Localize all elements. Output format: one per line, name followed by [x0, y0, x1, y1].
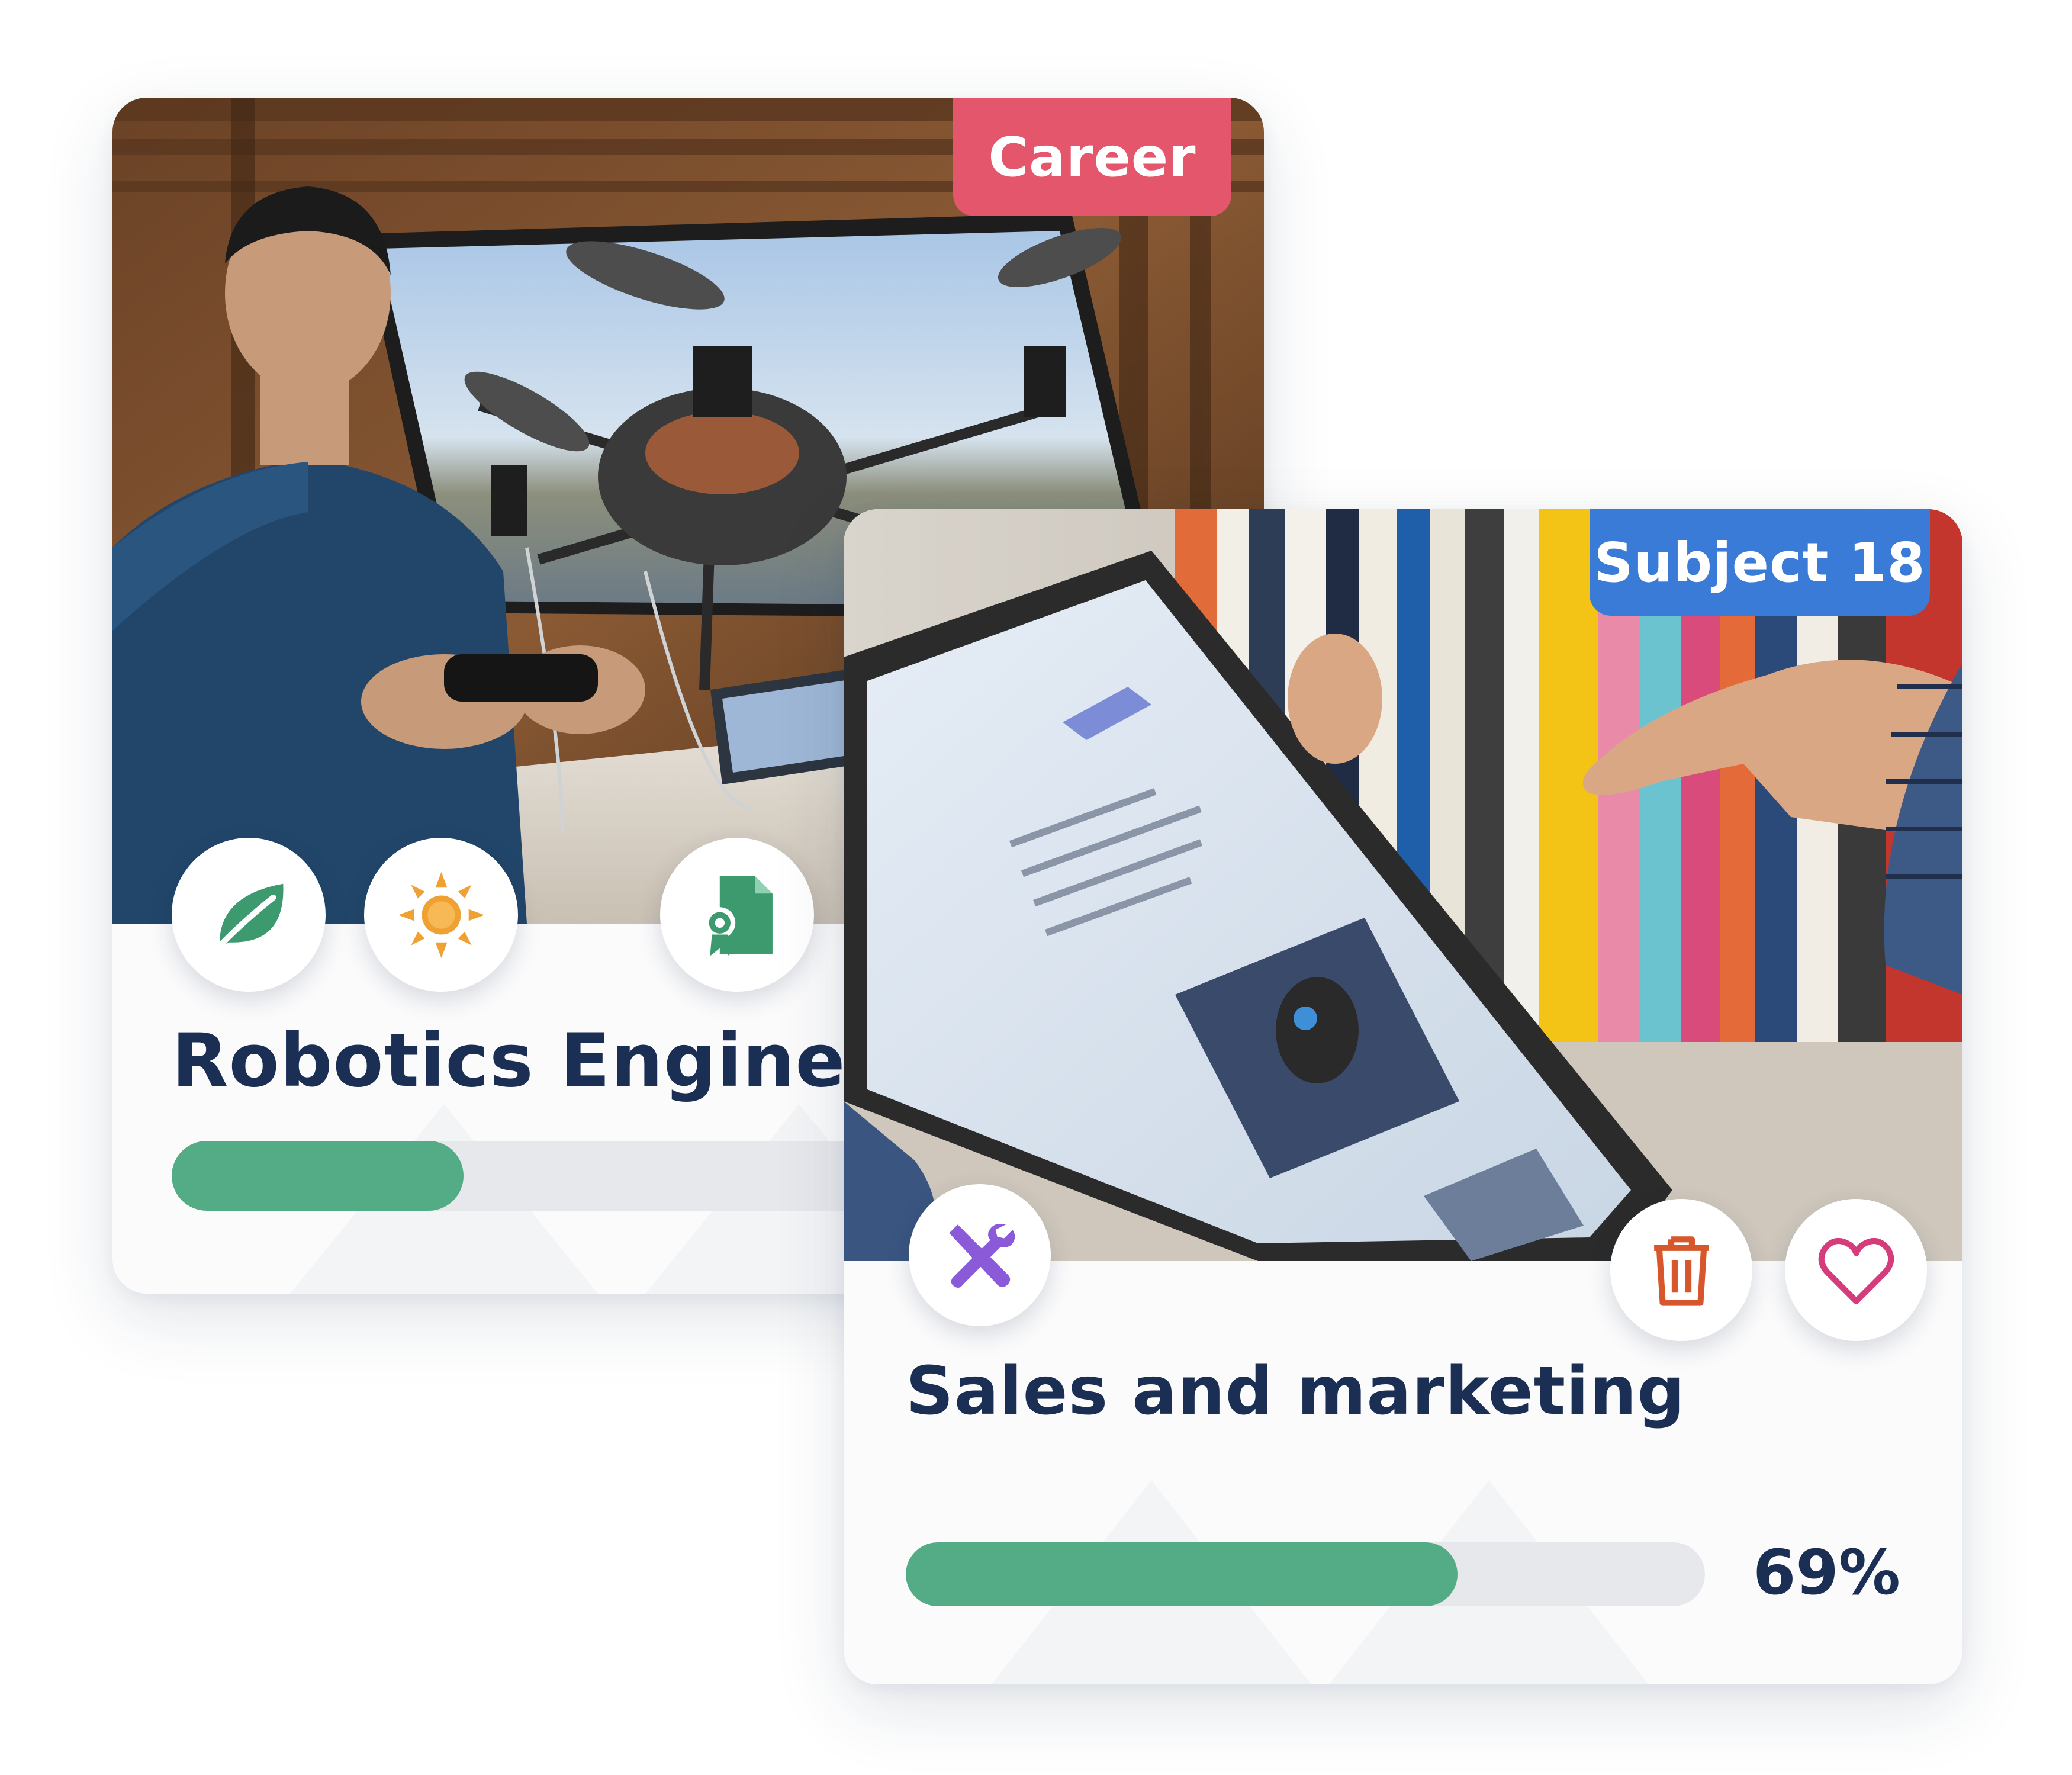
- subject-title: Sales and marketing: [906, 1353, 1685, 1430]
- career-tag-label: Career: [988, 125, 1196, 189]
- favorite-button[interactable]: [1785, 1199, 1927, 1341]
- leaf-icon: [210, 883, 283, 955]
- subject-card[interactable]: Subject 18 Sales and marketing 69%: [844, 509, 1962, 1684]
- delete-button[interactable]: [1610, 1199, 1752, 1341]
- sun-button[interactable]: [364, 838, 518, 992]
- tools-button[interactable]: [909, 1184, 1051, 1326]
- subject-tag: Subject 18: [1590, 509, 1930, 616]
- certificate-document-icon: [703, 876, 773, 956]
- stage: Career Robotics Engineer Subject 18 Sale…: [0, 0, 2072, 1775]
- subject-progress-label: 69%: [1753, 1536, 1900, 1609]
- tools-icon: [948, 1223, 1015, 1288]
- subject-progress-fill: [906, 1542, 1458, 1606]
- certificate-button[interactable]: [660, 838, 814, 992]
- career-progress-fill: [172, 1141, 464, 1211]
- sun-icon: [398, 872, 484, 958]
- subject-progress-bar: [906, 1542, 1705, 1606]
- heart-icon: [1818, 1237, 1894, 1304]
- career-tag: Career: [953, 98, 1231, 216]
- trash-icon: [1653, 1236, 1709, 1306]
- career-title: Robotics Engineer: [172, 1018, 933, 1104]
- subject-tag-label: Subject 18: [1594, 530, 1926, 594]
- subject-photo: [844, 509, 1962, 1261]
- leaf-button[interactable]: [172, 838, 326, 992]
